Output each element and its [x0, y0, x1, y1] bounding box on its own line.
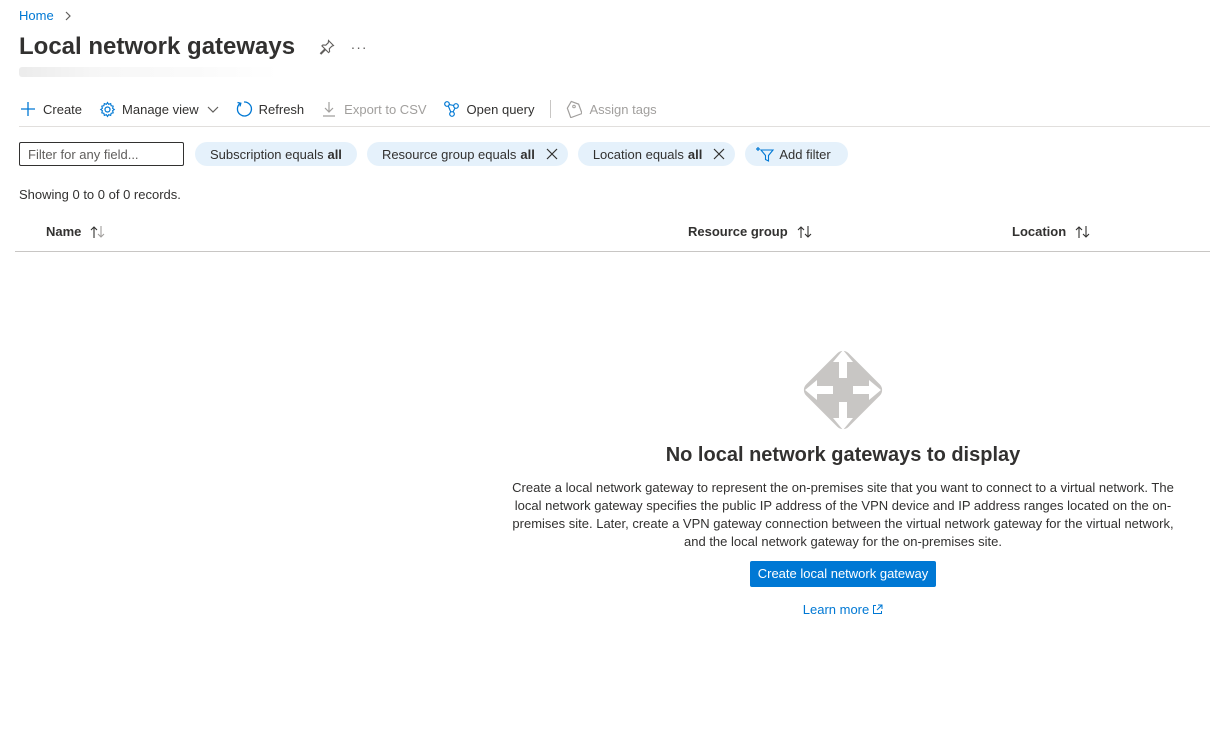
tag-icon: [565, 100, 583, 118]
create-button[interactable]: Create: [19, 94, 82, 124]
external-link-icon: [873, 604, 883, 614]
empty-state-description: Create a local network gateway to repres…: [512, 480, 1174, 549]
column-header-name[interactable]: Name: [46, 224, 107, 239]
title-row: Local network gateways ···: [19, 33, 369, 61]
download-icon: [320, 100, 338, 118]
toolbar-divider: [550, 100, 552, 118]
resource-group-filter-pill[interactable]: Resource group equals all: [366, 142, 568, 166]
table-header: Name Resource group Location: [15, 222, 1210, 252]
assign-tags-button[interactable]: Assign tags: [565, 94, 657, 124]
resource-group-filter-value: all: [520, 146, 535, 162]
subtitle-redacted: [19, 67, 279, 77]
more-options-button[interactable]: ···: [349, 37, 369, 57]
subscription-filter-value: all: [327, 146, 342, 162]
resource-group-filter-label: Resource group equals: [381, 146, 517, 162]
command-bar: Create Manage view Refresh Export to CSV…: [19, 94, 1210, 124]
filter-bar: Subscription equals all Resource group e…: [19, 142, 858, 166]
subscription-filter-label: Subscription equals: [210, 146, 324, 162]
column-header-resource-group[interactable]: Resource group: [688, 224, 814, 239]
refresh-label: Refresh: [258, 101, 305, 117]
location-filter-pill[interactable]: Location equals all: [577, 142, 736, 166]
subscription-filter-pill[interactable]: Subscription equals all: [195, 142, 357, 166]
add-filter-label: Add filter: [779, 146, 831, 162]
sort-icon: [1075, 225, 1090, 238]
filter-input[interactable]: [19, 142, 184, 166]
create-label: Create: [43, 101, 83, 117]
breadcrumb: Home: [19, 8, 74, 23]
assign-tags-label: Assign tags: [589, 101, 657, 117]
toolbar-divider-line: [19, 126, 1210, 127]
open-query-label: Open query: [466, 101, 535, 117]
add-filter-icon: [755, 145, 775, 163]
gear-icon: [98, 100, 116, 118]
column-name-label: Name: [46, 224, 82, 239]
local-network-gateway-icon: [791, 338, 895, 442]
location-filter-label: Location equals: [592, 146, 684, 162]
page-title: Local network gateways: [19, 33, 296, 60]
column-location-label: Location: [1012, 224, 1067, 239]
column-resource-group-label: Resource group: [688, 224, 788, 239]
chevron-down-icon: [207, 106, 219, 113]
empty-state-title: No local network gateways to display: [665, 444, 1021, 466]
refresh-icon: [235, 100, 253, 118]
create-local-network-gateway-button[interactable]: Create local network gateway: [749, 561, 937, 587]
manage-view-label: Manage view: [122, 101, 199, 117]
record-count: Showing 0 to 0 of 0 records.: [19, 187, 181, 202]
location-filter-value: all: [687, 146, 703, 162]
query-icon: [443, 100, 461, 118]
sort-ascending-icon: [91, 225, 105, 238]
open-query-button[interactable]: Open query: [443, 94, 535, 124]
empty-state: No local network gateways to display Cre…: [500, 338, 1186, 617]
learn-more-link[interactable]: Learn more: [500, 602, 1186, 617]
plus-icon: [19, 100, 37, 118]
refresh-button[interactable]: Refresh: [235, 94, 305, 124]
learn-more-label: Learn more: [802, 602, 870, 617]
manage-view-button[interactable]: Manage view: [98, 94, 219, 124]
close-icon[interactable]: [545, 147, 559, 161]
chevron-right-icon: [65, 11, 71, 20]
column-header-location[interactable]: Location: [1012, 224, 1092, 239]
export-csv-label: Export to CSV: [344, 101, 427, 117]
add-filter-button[interactable]: Add filter: [745, 142, 848, 166]
breadcrumb-home-link[interactable]: Home: [19, 8, 54, 23]
close-icon[interactable]: [712, 147, 726, 161]
pin-icon[interactable]: [317, 37, 337, 57]
sort-icon: [797, 225, 812, 238]
export-csv-button[interactable]: Export to CSV: [320, 94, 427, 124]
